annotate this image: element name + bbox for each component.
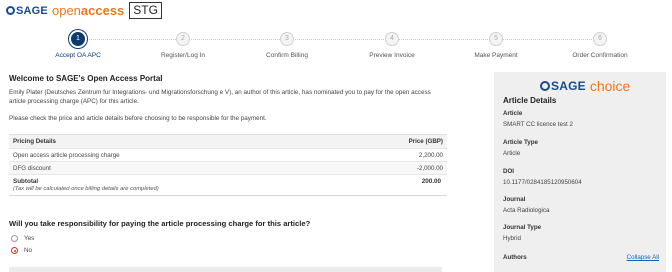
radio-label: Yes xyxy=(24,235,35,242)
open-access-wordmark: openaccess xyxy=(52,3,124,18)
collapse-all-link[interactable]: Collapse All xyxy=(627,254,659,261)
step-number: 6 xyxy=(593,32,607,46)
sage-logo-icon xyxy=(6,5,15,15)
article-details-title: Article Details xyxy=(503,96,557,105)
step-label: Order Confirmation xyxy=(572,52,628,59)
discount-label: DFG discount xyxy=(13,164,51,172)
header: SAGE openaccess STG xyxy=(0,0,672,22)
field-label: Article xyxy=(503,110,523,117)
step-label: Confirm Billing xyxy=(266,52,308,59)
instruction-text: Please check the price and article detai… xyxy=(9,115,267,122)
field-value: Acta Radiologica xyxy=(503,207,550,214)
radio-label: No xyxy=(24,247,33,254)
next-section-bar xyxy=(9,267,442,272)
step-make-payment: 5 Make Payment xyxy=(441,32,551,59)
doi-field: DOI 10.1177/0284185120950604 xyxy=(503,168,582,186)
step-confirm-billing: 3 Confirm Billing xyxy=(232,32,342,59)
pricing-table: Pricing Details Price (GBP) Open access … xyxy=(9,134,447,196)
step-number: 4 xyxy=(385,32,399,46)
sage-choice-logo: SAGE choice xyxy=(540,78,630,94)
step-number: 2 xyxy=(176,32,190,46)
step-number: 1 xyxy=(71,32,85,46)
environment-badge: STG xyxy=(129,2,162,19)
charge-value: 2,200.00 xyxy=(418,151,443,159)
sage-logo-icon xyxy=(540,81,550,91)
authors-label: Authors xyxy=(503,254,527,261)
progress-stepper: 1 Accept OA APC 2 Register/Log In 3 Conf… xyxy=(0,28,672,62)
field-value: 10.1177/0284185120950604 xyxy=(503,179,582,186)
field-label: DOI xyxy=(503,168,515,175)
article-field: Article SMART CC licence test 2 xyxy=(503,110,573,128)
subtotal-label: Subtotal xyxy=(13,178,39,185)
page-title: Welcome to SAGE's Open Access Portal xyxy=(9,74,163,83)
step-order-confirmation: 6 Order Confirmation xyxy=(545,32,655,59)
field-value: SMART CC licence test 2 xyxy=(503,121,573,128)
discount-value: -2,000.00 xyxy=(416,164,443,172)
radio-no[interactable]: No xyxy=(11,247,32,254)
step-preview-invoice: 4 Preview Invoice xyxy=(337,32,447,59)
pricing-details-header: Pricing Details xyxy=(13,138,56,145)
radio-yes[interactable]: Yes xyxy=(11,235,34,242)
journal-type-field: Journal Type Hybrid xyxy=(503,224,541,242)
field-label: Journal Type xyxy=(503,224,542,231)
radio-button[interactable] xyxy=(11,247,18,254)
choice-wordmark: choice xyxy=(589,78,631,94)
nomination-text: Emily Plater (Deutsches Zentrum fur Inte… xyxy=(9,89,431,105)
sage-logo: SAGE xyxy=(6,5,48,17)
open-word: open xyxy=(51,3,81,18)
radio-button[interactable] xyxy=(11,235,18,242)
field-label: Journal xyxy=(503,196,526,203)
table-row: Open access article processing charge 2,… xyxy=(9,149,447,162)
main-content: Welcome to SAGE's Open Access Portal Emi… xyxy=(9,74,449,122)
subtotal-value: 200.00 xyxy=(421,178,441,185)
field-label: Article Type xyxy=(503,139,538,146)
step-label: Accept OA APC xyxy=(55,52,101,59)
article-details-panel: SAGE choice Article Details Article SMAR… xyxy=(494,72,666,272)
sage-logo-text: SAGE xyxy=(16,4,48,17)
field-value: Article xyxy=(503,150,521,157)
subtotal-row: Subtotal (Tax will be calculated once bi… xyxy=(9,175,447,196)
step-register-log-in: 2 Register/Log In xyxy=(128,32,238,59)
step-label: Register/Log In xyxy=(160,52,206,59)
authors-row: Authors Collapse All xyxy=(503,254,659,261)
field-value: Hybrid xyxy=(503,235,521,242)
step-label: Preview Invoice xyxy=(369,52,415,59)
sage-open-access-logo[interactable]: SAGE openaccess STG xyxy=(6,2,162,19)
step-label: Make Payment xyxy=(474,52,518,59)
charge-label: Open access article processing charge xyxy=(13,151,120,159)
price-header: Price (GBP) xyxy=(408,138,443,145)
journal-field: Journal Acta Radiologica xyxy=(503,196,549,214)
step-number: 3 xyxy=(280,32,294,46)
responsibility-question: Will you take responsibility for paying … xyxy=(9,219,311,228)
sage-logo: SAGE xyxy=(540,79,586,93)
pricing-header-row: Pricing Details Price (GBP) xyxy=(9,135,447,149)
step-number: 5 xyxy=(489,32,503,46)
step-accept-oa-apc: 1 Accept OA APC xyxy=(23,32,133,59)
access-word: access xyxy=(80,3,125,18)
sage-logo-text: SAGE xyxy=(551,79,586,93)
article-type-field: Article Type Article xyxy=(503,139,538,157)
table-row: DFG discount -2,000.00 xyxy=(9,162,447,175)
tax-note: (Tax will be calculated once billing det… xyxy=(13,186,159,192)
